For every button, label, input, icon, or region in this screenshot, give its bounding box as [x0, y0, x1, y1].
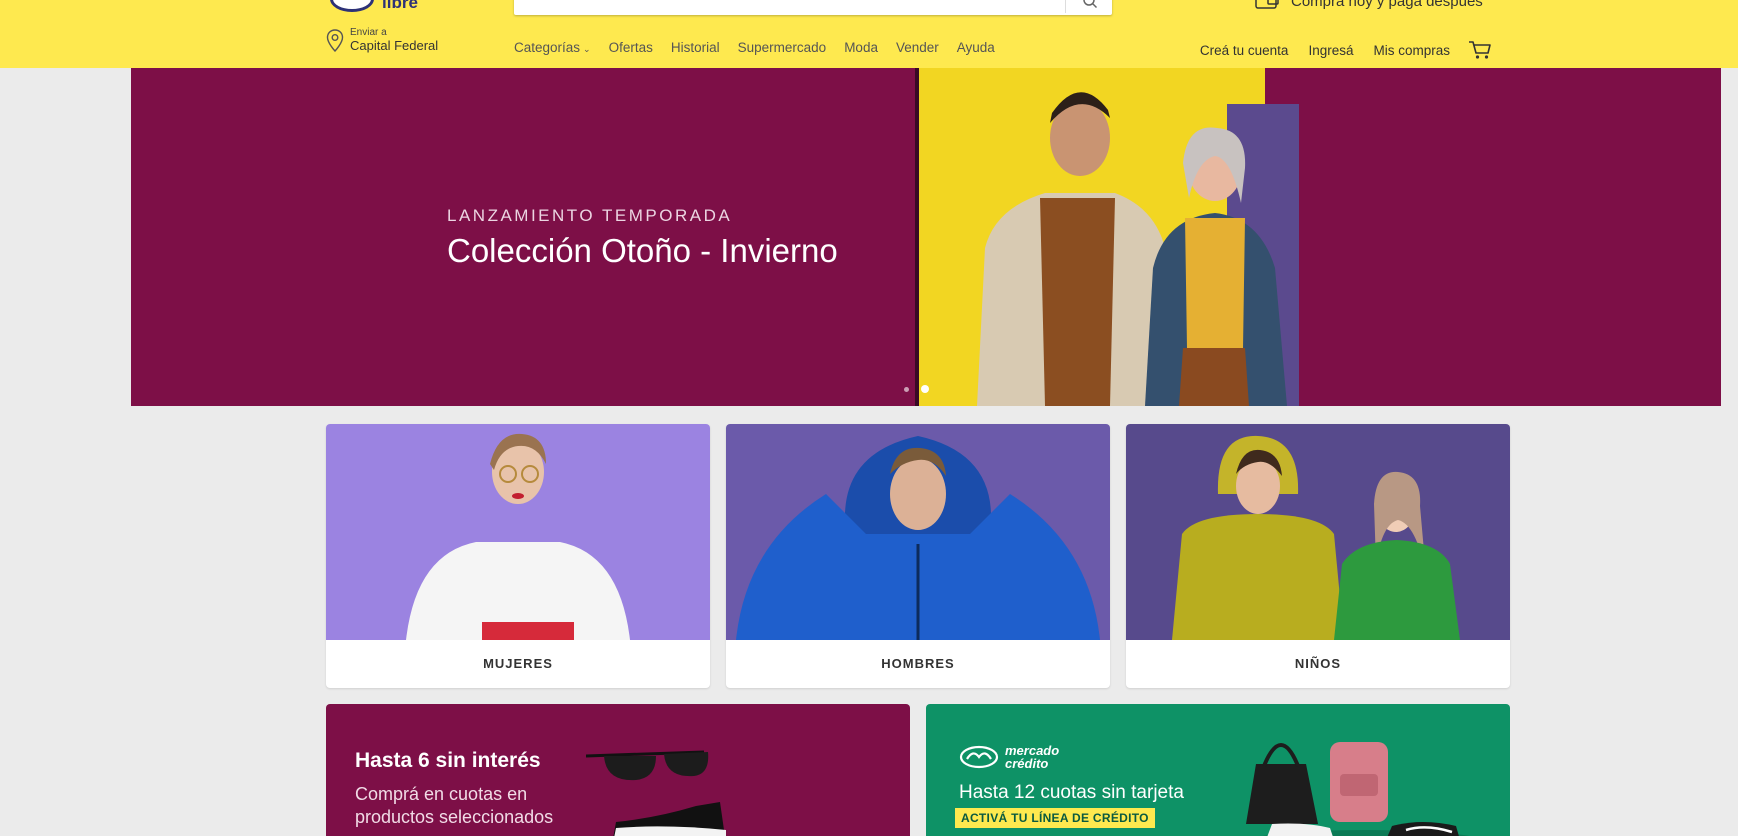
- mercado-credito-logo: mercado crédito: [959, 744, 1059, 770]
- hero-title: Colección Otoño - Invierno: [447, 232, 838, 269]
- nav-item-vender[interactable]: Vender: [896, 40, 939, 55]
- carousel-dots: [904, 385, 929, 393]
- mercadolibre-logo[interactable]: libre: [330, 0, 422, 16]
- main-nav: Categorías ⌄ Ofertas Historial Supermerca…: [514, 40, 995, 55]
- user-nav: Creá tu cuenta Ingresá Mis compras: [1200, 40, 1492, 60]
- hero-models-image: [915, 68, 1299, 406]
- category-card-hombres[interactable]: HOMBRES: [726, 424, 1110, 688]
- nav-item-supermercado[interactable]: Supermercado: [738, 40, 827, 55]
- mercado-credito-mark-icon: [959, 745, 999, 769]
- cart-icon[interactable]: [1468, 40, 1492, 60]
- installments-subtitle: Comprá en cuotas en productos selecciona…: [355, 784, 554, 827]
- carousel-dot[interactable]: [904, 386, 909, 392]
- shipping-location[interactable]: Enviar a Capital Federal: [326, 27, 438, 54]
- nav-item-ofertas[interactable]: Ofertas: [609, 40, 653, 55]
- location-city: Capital Federal: [350, 38, 439, 53]
- sunglasses-shoe-image: [586, 750, 726, 836]
- installments-title: Hasta 6 sin interés: [355, 749, 541, 772]
- category-card-mujeres[interactable]: MUJERES: [326, 424, 710, 688]
- nav-item-ayuda[interactable]: Ayuda: [957, 40, 995, 55]
- pay-later-promo[interactable]: Comprá hoy y pagá después: [1255, 0, 1483, 10]
- chevron-down-icon: ⌄: [583, 44, 591, 54]
- hero-kicker: LANZAMIENTO TEMPORADA: [447, 206, 733, 225]
- location-pin-icon: [326, 29, 344, 53]
- activate-credit-button[interactable]: ACTIVÁ TU LÍNEA DE CRÉDITO: [955, 808, 1155, 828]
- nav-item-moda[interactable]: Moda: [844, 40, 878, 55]
- wallet-icon: [1255, 0, 1279, 9]
- logo-text: libre: [382, 0, 418, 12]
- search-icon[interactable]: [1082, 0, 1098, 10]
- hero-banner[interactable]: LANZAMIENTO TEMPORADA Colección Otoño - …: [131, 68, 1721, 406]
- bags-shoes-image: [1246, 742, 1470, 836]
- ninos-image: [1126, 424, 1510, 640]
- category-label: MUJERES: [483, 656, 553, 671]
- nav-item-historial[interactable]: Historial: [671, 40, 720, 55]
- credit-title: Hasta 12 cuotas sin tarjeta: [959, 782, 1184, 803]
- location-caption: Enviar a: [350, 27, 387, 38]
- carousel-dot-active[interactable]: [921, 385, 929, 393]
- handshake-logo-icon: [330, 0, 374, 12]
- mercado-credito-line2: crédito: [1005, 756, 1049, 771]
- search-divider: [1065, 0, 1066, 13]
- site-header: libre Comprá hoy y pagá después Enviar a…: [0, 0, 1738, 68]
- create-account-link[interactable]: Creá tu cuenta: [1200, 43, 1289, 58]
- search-input[interactable]: [514, 0, 1112, 15]
- nav-item-categorias[interactable]: Categorías ⌄: [514, 40, 591, 55]
- category-card-ninos[interactable]: NIÑOS: [1126, 424, 1510, 688]
- category-label: NIÑOS: [1294, 656, 1342, 671]
- category-label: HOMBRES: [881, 656, 955, 671]
- my-purchases-link[interactable]: Mis compras: [1373, 43, 1450, 58]
- login-link[interactable]: Ingresá: [1308, 43, 1353, 58]
- pay-later-text: Comprá hoy y pagá después: [1291, 0, 1483, 10]
- hombres-image: [726, 424, 1110, 640]
- installments-banner[interactable]: Hasta 6 sin interés Comprá en cuotas en …: [326, 704, 910, 836]
- mercado-credito-banner[interactable]: mercado crédito Hasta 12 cuotas sin tarj…: [926, 704, 1510, 836]
- mujeres-image: [326, 424, 710, 640]
- nav-item-label: Categorías: [514, 40, 581, 55]
